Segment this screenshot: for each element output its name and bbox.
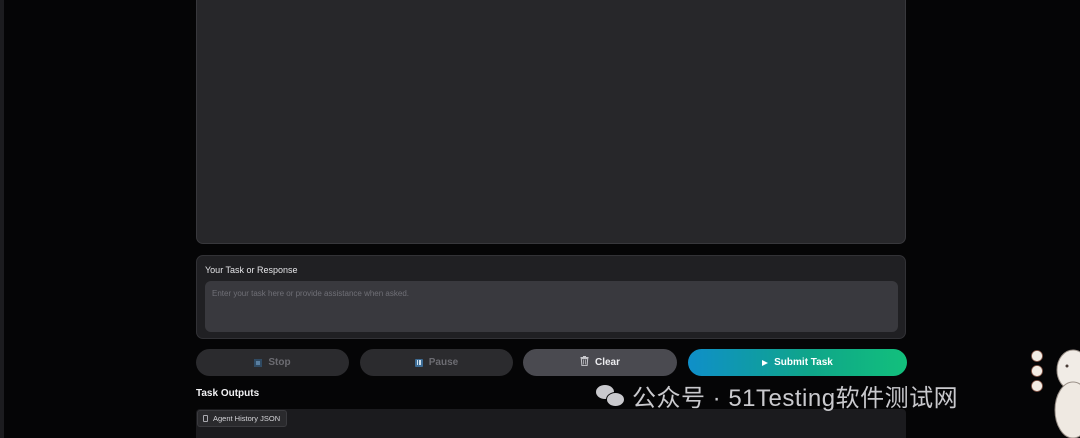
submit-task-button[interactable]: Submit Task: [688, 349, 907, 376]
task-outputs-heading: Task Outputs: [196, 388, 260, 399]
wechat-icon: [596, 384, 625, 407]
clear-button-label: Clear: [594, 357, 620, 368]
task-input[interactable]: [205, 281, 898, 332]
stop-square-icon: [254, 358, 263, 367]
task-outputs-panel: [196, 409, 906, 438]
stop-button[interactable]: Stop: [196, 349, 349, 376]
play-icon: [762, 359, 769, 366]
pause-button-label: Pause: [428, 357, 459, 368]
pause-icon: [414, 358, 423, 367]
pause-button[interactable]: Pause: [360, 349, 513, 376]
trash-icon: [580, 356, 589, 369]
task-input-card: Your Task or Response: [196, 255, 906, 339]
watermark: 公众号 · 51Testing软件测试网: [596, 378, 958, 413]
file-icon: [203, 415, 208, 422]
tab-agent-history-json-label: Agent History JSON: [213, 414, 281, 423]
task-input-label: Your Task or Response: [205, 265, 298, 275]
stop-button-label: Stop: [268, 357, 291, 368]
mascot-sticker: [1031, 349, 1080, 438]
tab-agent-history-json[interactable]: Agent History JSON: [197, 410, 288, 427]
submit-task-button-label: Submit Task: [774, 357, 833, 368]
chat-history-panel: [196, 0, 906, 244]
clear-button[interactable]: Clear: [523, 349, 677, 376]
left-edge-strip: [0, 0, 4, 438]
watermark-text: 公众号 · 51Testing软件测试网: [632, 385, 959, 412]
